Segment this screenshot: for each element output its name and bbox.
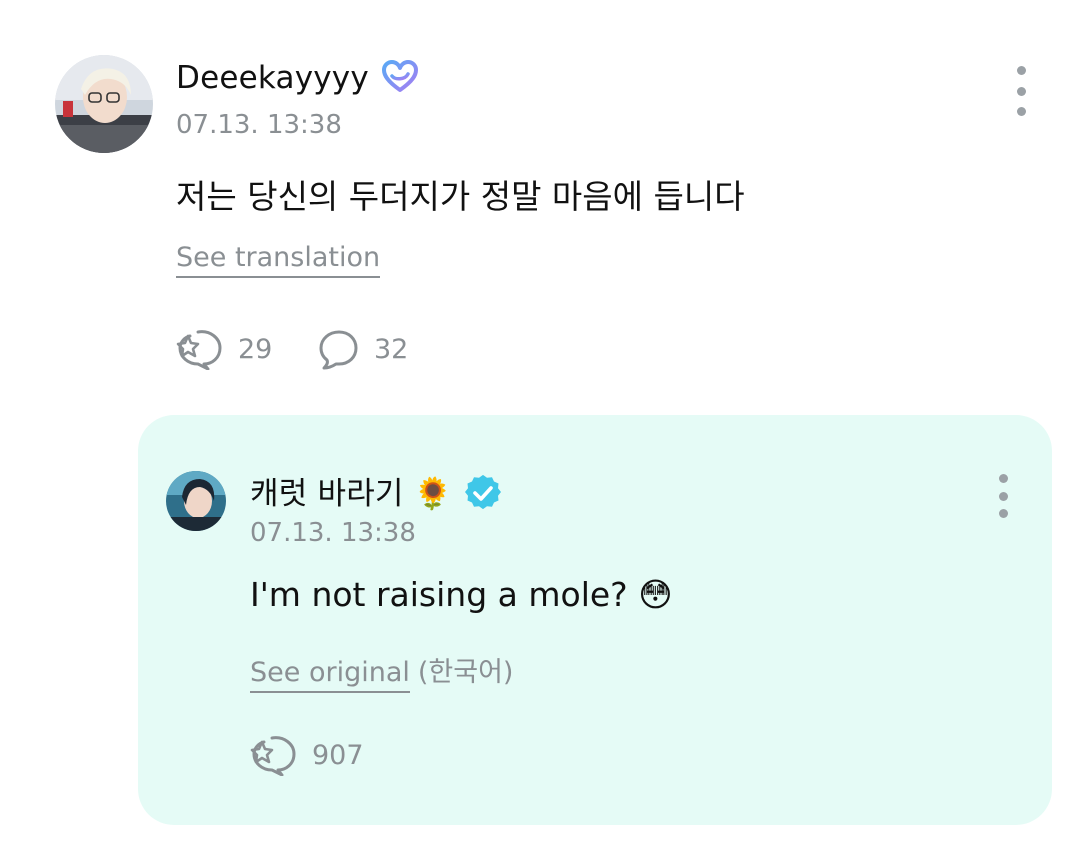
reply-more-vertical-icon[interactable] xyxy=(988,474,1018,518)
menu-dot xyxy=(998,474,1008,483)
comment-count: 32 xyxy=(374,333,409,365)
reaction-count: 29 xyxy=(238,333,273,365)
menu-dot xyxy=(1016,66,1026,75)
comment-bubble-icon xyxy=(319,330,358,370)
flushed-emoji: 😳 xyxy=(638,575,673,614)
post-timestamp: 07.13. 13:38 xyxy=(176,110,342,140)
sunflower-emoji: 🌻 xyxy=(413,476,453,512)
reply-timestamp: 07.13. 13:38 xyxy=(250,518,416,548)
reply-reaction-count: 907 xyxy=(312,739,364,771)
menu-dot xyxy=(1016,107,1026,116)
menu-dot xyxy=(998,491,1008,501)
see-original-label: See original xyxy=(250,657,410,693)
author-name[interactable]: Deeekayyyy xyxy=(176,59,419,96)
see-original-link[interactable]: See original (한국어) xyxy=(250,650,514,693)
verified-check-icon xyxy=(464,474,501,509)
menu-dot xyxy=(998,509,1008,518)
original-language: (한국어) xyxy=(417,657,514,688)
reply-author-avatar[interactable] xyxy=(166,471,226,531)
reply-author-name-text: 캐럿 바라기 xyxy=(250,476,404,512)
comment-button[interactable]: 32 xyxy=(318,328,408,370)
author-name-text: Deeekayyyy xyxy=(176,60,369,96)
post-text: 저는 당신의 두더지가 정말 마음에 듭니다 xyxy=(176,177,745,216)
menu-dot xyxy=(1016,86,1026,96)
see-translation-link[interactable]: See translation xyxy=(176,242,381,278)
comment-thread: Deeekayyyy 07.13. 13:38 저는 당신의 두더지가 정말 마… xyxy=(0,0,1080,852)
reply-text: I'm not raising a mole? 😳 xyxy=(250,575,673,614)
reply-reaction-button[interactable]: 907 xyxy=(250,734,364,776)
author-avatar[interactable] xyxy=(55,55,153,153)
reaction-button[interactable]: 29 xyxy=(176,328,272,370)
more-vertical-icon[interactable] xyxy=(1006,66,1036,116)
reaction-icon xyxy=(176,330,222,370)
see-translation-label: See translation xyxy=(176,242,381,278)
reply-author-name[interactable]: 캐럿 바라기 🌻 xyxy=(250,468,501,513)
reaction-icon xyxy=(250,736,296,776)
reply-text-content: I'm not raising a mole? xyxy=(250,575,628,614)
heart-membership-icon xyxy=(381,59,418,92)
